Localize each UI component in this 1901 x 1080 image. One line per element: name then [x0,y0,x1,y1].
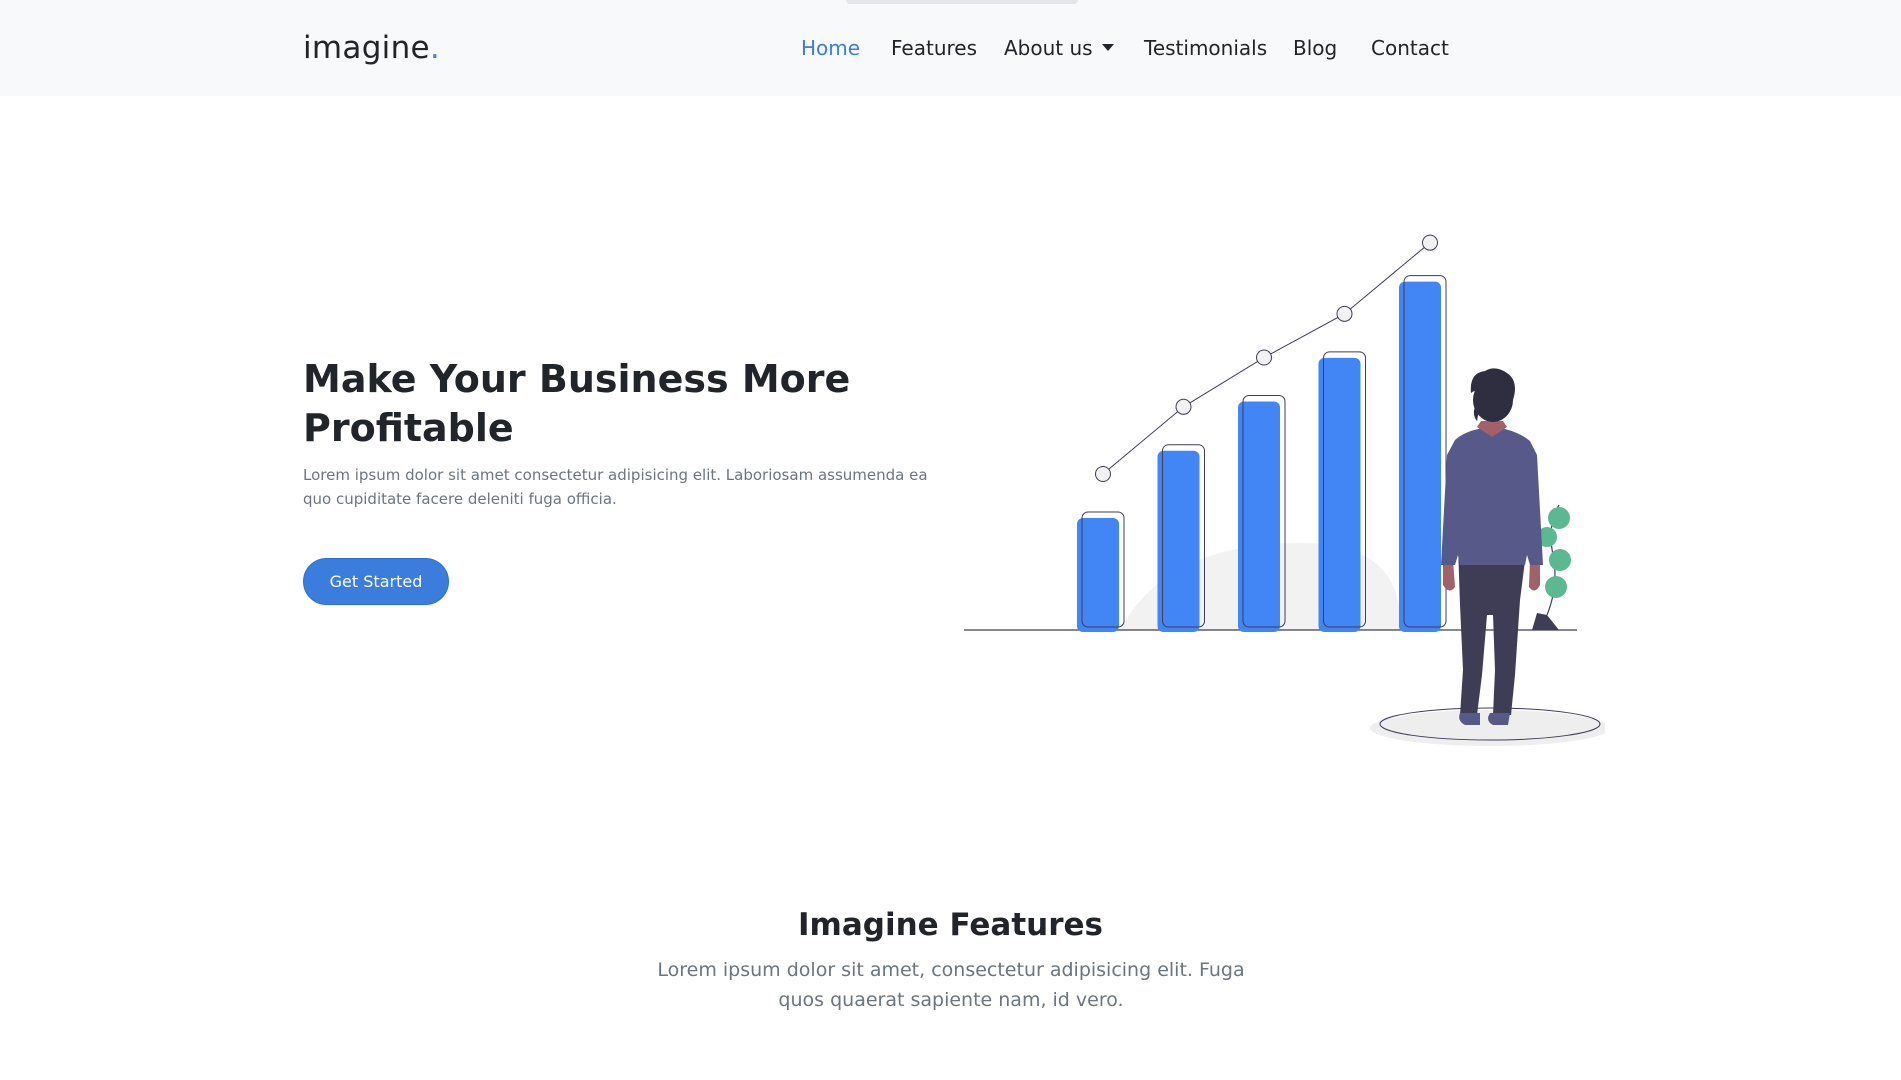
nav-blog[interactable]: Blog [1293,34,1337,62]
bars-group [1077,275,1447,632]
get-started-button[interactable]: Get Started [303,558,449,605]
nav-testimonials[interactable]: Testimonials [1144,34,1267,62]
trend-point [1095,466,1111,482]
nav-about-us-label: About us [1004,36,1093,60]
top-notch [846,0,1078,4]
floor-shadow [1370,710,1605,746]
trend-point [1422,234,1438,251]
trend-point [1336,305,1353,322]
chart-bar [1157,450,1200,632]
nav-features[interactable]: Features [891,34,977,62]
chart-bar [1077,518,1119,632]
caret-down-icon [1101,44,1114,51]
brand-dot: . [429,30,441,66]
trend-point [1175,398,1192,415]
nav-home[interactable]: Home [801,34,860,62]
trend-point [1256,349,1272,366]
hero-title: Make Your Business More Profitable [303,357,851,450]
navbar: imagine. Home Features About us Testimon… [0,0,1901,96]
nav-contact[interactable]: Contact [1371,34,1449,62]
person-jacket [1441,427,1543,565]
growth-chart-illustration [964,234,1605,746]
chart-bar [1399,281,1441,632]
features-text: Lorem ipsum dolor sit amet, consectetur … [657,959,1245,1011]
brand-name: imagine [303,30,430,66]
features-title: Imagine Features [798,907,1103,943]
nav-about-us[interactable]: About us [1004,34,1114,62]
person-figure [1441,368,1543,725]
chart-bar [1318,357,1361,632]
chart-bar [1238,401,1280,632]
brand-logo[interactable]: imagine. [303,27,440,69]
hero-text: Lorem ipsum dolor sit amet consectetur a… [303,466,928,508]
